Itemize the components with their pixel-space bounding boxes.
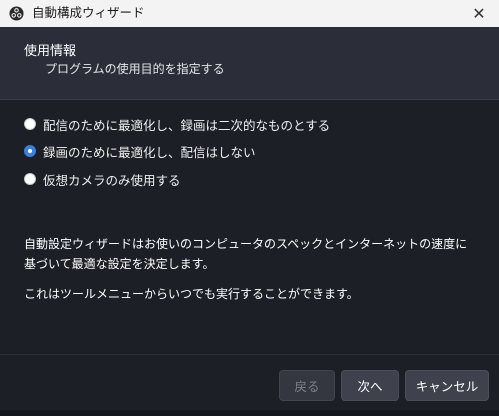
window-title: 自動構成ウィザード xyxy=(32,5,145,20)
close-button[interactable]: ✕ xyxy=(459,0,499,27)
option-virtual-camera[interactable]: 仮想カメラのみ使用する xyxy=(24,170,181,188)
button-bar: 戻る 次へ キャンセル xyxy=(0,354,499,416)
radio-recording[interactable] xyxy=(24,145,36,157)
description-text: 自動設定ウィザードはお使いのコンピュータのスペックとインターネットの速度に基づい… xyxy=(24,237,468,271)
description-hint: これはツールメニューからいつでも実行することができます。 xyxy=(24,287,359,301)
close-icon: ✕ xyxy=(472,3,486,23)
page-title: 使用情報 xyxy=(24,44,77,59)
option-label: 配信のために最適化し、録画は二次的なものとする xyxy=(43,117,331,133)
radio-streaming[interactable] xyxy=(24,118,36,130)
option-streaming[interactable]: 配信のために最適化し、録画は二次的なものとする xyxy=(24,115,330,133)
title-bar: 自動構成ウィザード ✕ xyxy=(0,0,499,27)
wizard-window: 自動構成ウィザード ✕ 使用情報 プログラムの使用目的を指定する 配信のために最… xyxy=(0,0,499,416)
option-label: 録画のために最適化し、配信はしない xyxy=(43,144,256,160)
wizard-header: 使用情報 プログラムの使用目的を指定する xyxy=(0,27,499,100)
next-button[interactable]: 次へ xyxy=(341,370,399,401)
back-button[interactable]: 戻る xyxy=(279,370,335,401)
cancel-button[interactable]: キャンセル xyxy=(405,370,489,401)
option-label: 仮想カメラのみ使用する xyxy=(43,172,181,188)
page-subtitle: プログラムの使用目的を指定する xyxy=(45,62,225,76)
radio-virtual-camera[interactable] xyxy=(24,173,36,185)
option-recording[interactable]: 録画のために最適化し、配信はしない xyxy=(24,142,256,160)
window-bottom-edge xyxy=(0,410,499,416)
obs-logo-icon xyxy=(9,6,24,21)
